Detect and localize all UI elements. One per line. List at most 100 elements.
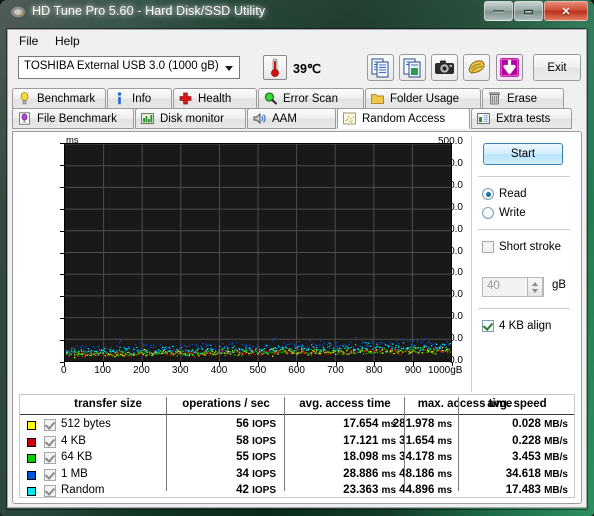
minimize-button[interactable]: — bbox=[484, 1, 513, 21]
x-tick-label: 0 bbox=[61, 365, 67, 376]
x-tick-mark bbox=[219, 362, 221, 366]
start-button[interactable]: Start bbox=[483, 143, 563, 165]
magnifier-icon bbox=[264, 92, 277, 105]
align-row[interactable]: 4 KB align bbox=[482, 320, 551, 332]
file-benchmark-icon bbox=[19, 112, 30, 125]
tab-extra-tests[interactable]: Extra tests bbox=[471, 108, 572, 129]
read-label: Read bbox=[499, 188, 527, 200]
divider-3 bbox=[478, 308, 570, 309]
short-stroke-stepper[interactable] bbox=[527, 277, 543, 297]
tab-health-label: Health bbox=[198, 92, 232, 105]
short-stroke-checkbox[interactable] bbox=[482, 241, 494, 253]
tab-disk-monitor[interactable]: Disk monitor bbox=[135, 108, 246, 129]
write-radio[interactable] bbox=[482, 207, 494, 219]
divider-2 bbox=[478, 229, 570, 230]
x-tick-mark bbox=[141, 362, 143, 366]
tab-bar: Benchmark Info Health Error Scan Folder … bbox=[8, 88, 586, 132]
x-tick-label: 300 bbox=[171, 365, 189, 376]
tab-info[interactable]: Info bbox=[107, 88, 172, 109]
grid-chart-icon bbox=[477, 113, 490, 125]
screenshot-button[interactable] bbox=[431, 54, 458, 81]
x-tick-label: 800 bbox=[365, 365, 383, 376]
column-divider bbox=[458, 397, 459, 491]
column-header: avg. access time bbox=[299, 398, 391, 410]
tab-health[interactable]: Health bbox=[173, 88, 257, 109]
tab-folder-usage-label: Folder Usage bbox=[390, 92, 460, 105]
tab-benchmark[interactable]: Benchmark bbox=[12, 88, 106, 109]
x-tick-mark bbox=[180, 362, 182, 366]
column-header: avg. speed bbox=[487, 398, 547, 410]
close-icon: ✕ bbox=[561, 5, 571, 18]
align-label: 4 KB align bbox=[499, 320, 552, 332]
align-checkbox[interactable] bbox=[482, 320, 494, 332]
exit-label: Exit bbox=[547, 61, 567, 74]
tab-random-access[interactable]: Random Access bbox=[337, 108, 470, 129]
tab-file-benchmark[interactable]: File Benchmark bbox=[12, 108, 134, 129]
write-radio-row[interactable]: Write bbox=[482, 207, 526, 219]
x-tick-mark bbox=[102, 362, 104, 366]
toolbar: TOSHIBA External USB 3.0 (1000 gB) 39℃ E… bbox=[8, 50, 586, 88]
x-tick-mark bbox=[452, 362, 453, 366]
short-stroke-unit-label: gB bbox=[552, 279, 567, 291]
access-time-chart: ms 0.050.0100.0150.0200.0250.0300.0350.0… bbox=[18, 135, 466, 393]
app-icon bbox=[11, 6, 25, 19]
x-tick-label: 600 bbox=[288, 365, 305, 376]
stepper-up-icon[interactable] bbox=[532, 282, 538, 286]
x-tick-mark bbox=[374, 362, 376, 366]
copy-with-image-button[interactable] bbox=[399, 54, 426, 81]
lightbulb-icon bbox=[20, 92, 29, 105]
chart-grid-and-points bbox=[65, 144, 451, 361]
table-row[interactable]: 512 bytes 56 IOPS 17.654 ms 281.978 ms 0.028… bbox=[20, 417, 574, 434]
minimize-icon: — bbox=[493, 5, 504, 17]
tab-disk-monitor-label: Disk monitor bbox=[160, 112, 224, 125]
column-header: transfer size bbox=[74, 398, 142, 410]
tab-extra-tests-label: Extra tests bbox=[496, 112, 551, 125]
download-arrow-icon bbox=[500, 58, 519, 77]
drive-select-dropdown[interactable]: TOSHIBA External USB 3.0 (1000 gB) bbox=[18, 56, 240, 79]
x-tick-label: 1000gB bbox=[428, 365, 463, 376]
read-radio-row[interactable]: Read bbox=[482, 188, 527, 200]
x-tick-mark bbox=[413, 362, 415, 366]
table-row[interactable]: 1 MB 34 IOPS 28.886 ms 48.186 ms 34.618 MB/s bbox=[20, 467, 574, 484]
table-row[interactable]: Random 42 IOPS 23.363 ms 44.896 ms 17.483 MB… bbox=[20, 483, 574, 500]
tab-info-label: Info bbox=[132, 92, 152, 105]
tab-erase-label: Erase bbox=[507, 92, 538, 105]
info-icon bbox=[117, 92, 122, 105]
table-row[interactable]: 64 KB 55 IOPS 18.098 ms 34.178 ms 3.453 MB/s bbox=[20, 450, 574, 467]
tab-error-scan[interactable]: Error Scan bbox=[258, 88, 364, 109]
health-cross-icon bbox=[179, 92, 192, 105]
tab-random-access-label: Random Access bbox=[362, 112, 446, 125]
maximize-icon: ▭ bbox=[523, 5, 534, 18]
exit-button[interactable]: Exit bbox=[533, 54, 581, 81]
menu-file[interactable]: File bbox=[15, 33, 42, 49]
application-window: HD Tune Pro 5.60 - Hard Disk/SSD Utility… bbox=[0, 0, 594, 516]
read-radio[interactable] bbox=[482, 188, 494, 200]
temperature-indicator bbox=[263, 55, 287, 80]
tab-folder-usage[interactable]: Folder Usage bbox=[365, 88, 481, 109]
menu-help-label: Help bbox=[55, 34, 80, 48]
hand-gold-icon bbox=[468, 60, 485, 74]
test-controls: Start Read Write Short stroke 40 gB 4 KB… bbox=[471, 136, 577, 392]
stepper-down-icon[interactable] bbox=[532, 289, 538, 293]
download-button[interactable] bbox=[496, 54, 523, 81]
short-stroke-row[interactable]: Short stroke bbox=[482, 241, 561, 253]
menu-file-label: File bbox=[19, 34, 39, 48]
x-tick-label: 700 bbox=[327, 365, 344, 376]
x-tick-mark bbox=[64, 362, 65, 366]
random-access-panel: ms 0.050.0100.0150.0200.0250.0300.0350.0… bbox=[12, 131, 582, 504]
table-row[interactable]: 4 KB 58 IOPS 17.121 ms 31.654 ms 0.228 MB/s bbox=[20, 434, 574, 451]
register-button[interactable] bbox=[463, 54, 490, 81]
drive-select-value: TOSHIBA External USB 3.0 (1000 gB) bbox=[24, 60, 219, 72]
window-title: HD Tune Pro 5.60 - Hard Disk/SSD Utility bbox=[32, 4, 266, 18]
menu-help[interactable]: Help bbox=[51, 33, 84, 49]
maximize-button[interactable]: ▭ bbox=[514, 1, 543, 21]
column-divider bbox=[404, 397, 405, 491]
tab-erase[interactable]: Erase bbox=[482, 88, 564, 109]
column-divider bbox=[284, 397, 285, 491]
x-tick-label: 400 bbox=[210, 365, 228, 376]
close-button[interactable]: ✕ bbox=[544, 1, 588, 21]
copy-button[interactable] bbox=[367, 54, 394, 81]
avg-speed-value: 0.028 MB/s bbox=[512, 418, 568, 430]
tab-aam[interactable]: AAM bbox=[247, 108, 336, 129]
client-area: File Help TOSHIBA External USB 3.0 (1000… bbox=[7, 29, 587, 508]
